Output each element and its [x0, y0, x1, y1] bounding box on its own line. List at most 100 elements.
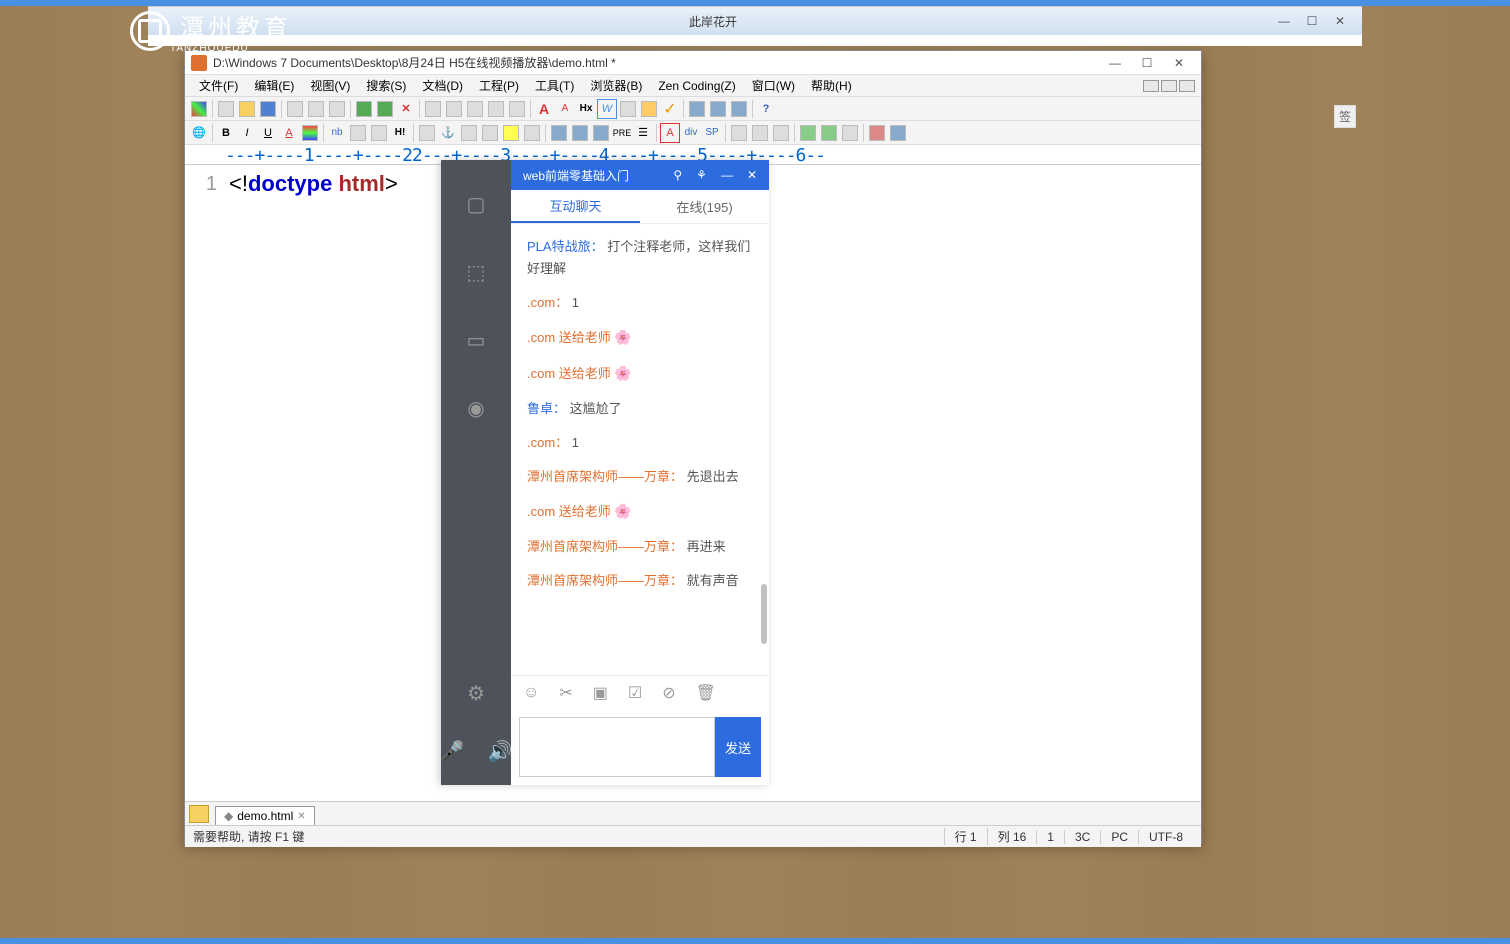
- layout-icon[interactable]: [591, 123, 611, 143]
- chat-messages[interactable]: PLA特战旅： 打个注释老师，这样我们好理解 .com： 1 .com 送给老师…: [511, 224, 769, 675]
- misc-icon[interactable]: [750, 123, 770, 143]
- tool-icon[interactable]: [465, 99, 485, 119]
- menu-edit[interactable]: 编辑(E): [246, 77, 302, 94]
- screen-share-icon[interactable]: ▢: [462, 190, 490, 218]
- panel-icon[interactable]: [687, 99, 707, 119]
- cut-icon[interactable]: [327, 99, 347, 119]
- tab-online[interactable]: 在线(195): [640, 190, 769, 223]
- menu-view[interactable]: 视图(V): [302, 77, 358, 94]
- misc-icon[interactable]: [888, 123, 908, 143]
- word-wrap-icon[interactable]: W: [597, 99, 617, 119]
- bookmark-label[interactable]: 签: [1334, 105, 1356, 128]
- gear-icon[interactable]: ⚙: [462, 679, 490, 707]
- lines-icon[interactable]: [618, 99, 638, 119]
- grid-icon[interactable]: [189, 99, 209, 119]
- menu-doc[interactable]: 文档(D): [414, 77, 471, 94]
- misc-icon[interactable]: [819, 123, 839, 143]
- fontsize-a-small-icon[interactable]: A: [555, 99, 575, 119]
- editor-close-button[interactable]: ✕: [1163, 52, 1195, 74]
- hx-icon[interactable]: Hx: [576, 99, 596, 119]
- misc-icon[interactable]: [798, 123, 818, 143]
- menu-tools[interactable]: 工具(T): [527, 77, 582, 94]
- underline-icon[interactable]: U: [258, 123, 278, 143]
- bold-icon[interactable]: B: [216, 123, 236, 143]
- tab-close-icon[interactable]: ✕: [297, 811, 305, 822]
- image-icon[interactable]: ▣: [593, 683, 608, 703]
- fontsize-a-icon[interactable]: A: [534, 99, 554, 119]
- pin-icon[interactable]: ⚲: [673, 168, 682, 182]
- note-icon[interactable]: ☑: [628, 683, 642, 703]
- check-icon[interactable]: ✓: [660, 99, 680, 119]
- delete-icon[interactable]: ✕: [396, 99, 416, 119]
- table-icon[interactable]: [459, 123, 479, 143]
- misc-icon[interactable]: [771, 123, 791, 143]
- layout-icon[interactable]: [549, 123, 569, 143]
- div-icon[interactable]: div: [681, 123, 701, 143]
- camera-icon[interactable]: ◉: [462, 394, 490, 422]
- menu-help[interactable]: 帮助(H): [803, 77, 860, 94]
- menu-browser[interactable]: 浏览器(B): [582, 77, 650, 94]
- bag-icon[interactable]: ⬚: [462, 258, 490, 286]
- abcd-icon[interactable]: [639, 99, 659, 119]
- copy-icon[interactable]: [285, 99, 305, 119]
- chrome-max-button[interactable]: ☐: [1298, 11, 1326, 31]
- a-box-icon[interactable]: A: [660, 123, 680, 143]
- chat-close-button[interactable]: ✕: [747, 168, 757, 182]
- browser-icon[interactable]: 🌐: [189, 123, 209, 143]
- menu-zen[interactable]: Zen Coding(Z): [650, 79, 743, 93]
- tab-chat[interactable]: 互动聊天: [511, 190, 640, 223]
- chrome-close-button[interactable]: ✕: [1326, 11, 1354, 31]
- panel-icon[interactable]: [708, 99, 728, 119]
- scrollbar-thumb[interactable]: [761, 584, 767, 644]
- highlight-icon[interactable]: [501, 123, 521, 143]
- color-picker-icon[interactable]: [300, 123, 320, 143]
- italic-icon[interactable]: I: [237, 123, 257, 143]
- tool-icon[interactable]: [486, 99, 506, 119]
- save-file-icon[interactable]: [258, 99, 278, 119]
- misc-icon[interactable]: [729, 123, 749, 143]
- anchor-icon[interactable]: [348, 123, 368, 143]
- pre-icon[interactable]: PRE: [612, 123, 632, 143]
- whiteboard-icon[interactable]: ▭: [462, 326, 490, 354]
- chat-min-button[interactable]: —: [721, 168, 733, 182]
- mic-icon[interactable]: 🎤: [438, 737, 466, 765]
- menu-search[interactable]: 搜索(S): [358, 77, 414, 94]
- menu-file[interactable]: 文件(F): [191, 77, 246, 94]
- nb-icon[interactable]: nb: [327, 123, 347, 143]
- font-color-icon[interactable]: A: [279, 123, 299, 143]
- folder-button[interactable]: [189, 805, 209, 823]
- block-icon[interactable]: ⊘: [662, 683, 675, 703]
- chrome-min-button[interactable]: —: [1270, 11, 1298, 31]
- sp-icon[interactable]: SP: [702, 123, 722, 143]
- misc-icon[interactable]: [840, 123, 860, 143]
- menu-window[interactable]: 窗口(W): [744, 77, 803, 94]
- share-icon[interactable]: ⚘: [696, 168, 707, 182]
- emoji-icon[interactable]: ☺: [523, 684, 539, 702]
- br-icon[interactable]: [369, 123, 389, 143]
- mdi-close-button[interactable]: [1179, 80, 1195, 92]
- tool-icon[interactable]: [507, 99, 527, 119]
- help-icon[interactable]: ?: [756, 99, 776, 119]
- send-button[interactable]: 发送: [715, 717, 761, 777]
- volume-icon[interactable]: 🔊: [486, 737, 514, 765]
- redo-icon[interactable]: [375, 99, 395, 119]
- mdi-min-button[interactable]: [1143, 80, 1159, 92]
- trash-icon[interactable]: 🗑: [696, 683, 716, 703]
- editor-min-button[interactable]: —: [1099, 52, 1131, 74]
- link-icon[interactable]: ⚓: [438, 123, 458, 143]
- open-file-icon[interactable]: [237, 99, 257, 119]
- editor-max-button[interactable]: ☐: [1131, 52, 1163, 74]
- tool-icon[interactable]: [423, 99, 443, 119]
- layout-icon[interactable]: [570, 123, 590, 143]
- file-tab[interactable]: ◆ demo.html ✕: [215, 806, 315, 825]
- insert-icon[interactable]: [417, 123, 437, 143]
- form-icon[interactable]: [480, 123, 500, 143]
- misc-icon[interactable]: [867, 123, 887, 143]
- menu-project[interactable]: 工程(P): [471, 77, 527, 94]
- heading-icon[interactable]: H!: [390, 123, 410, 143]
- scissors-icon[interactable]: ✂: [559, 683, 572, 703]
- panel-icon[interactable]: [729, 99, 749, 119]
- chat-header[interactable]: web前端零基础入门 ⚲ ⚘ — ✕: [511, 160, 769, 190]
- mdi-restore-button[interactable]: [1161, 80, 1177, 92]
- editor-titlebar[interactable]: D:\Windows 7 Documents\Desktop\8月24日 H5在…: [185, 51, 1201, 75]
